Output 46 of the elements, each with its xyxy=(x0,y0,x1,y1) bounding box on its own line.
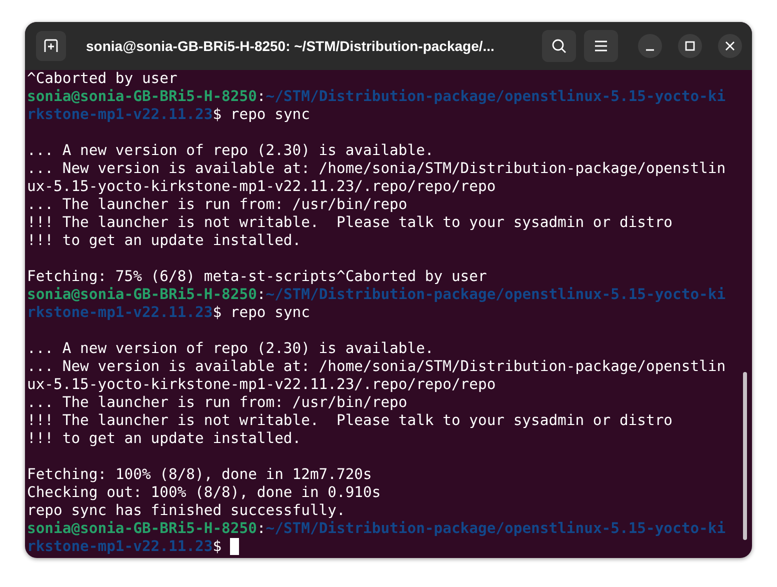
output-text: ... The launcher is run from: /usr/bin/repo xyxy=(27,394,408,411)
menu-button[interactable] xyxy=(584,30,618,62)
output-text: Checking out: 100% (8/8), done in 0.910s xyxy=(27,484,381,501)
prompt-path: ~/STM/Distribution-package/openstlinux-5.15-yocto-ki xyxy=(266,88,726,105)
output-text: $ repo sync xyxy=(212,304,310,321)
output-text: Fetching: 100% (8/8), done in 12m7.720s xyxy=(27,466,372,483)
prompt-path: rkstone-mp1-v22.11.23 xyxy=(27,304,213,321)
search-button[interactable] xyxy=(542,30,576,62)
prompt-path: ~/STM/Distribution-package/openstlinux-5.15-yocto-ki xyxy=(266,520,726,537)
search-icon xyxy=(551,38,567,54)
output-text: !!! to get an update installed. xyxy=(27,430,302,447)
output-text: : xyxy=(256,286,266,303)
output-text: ux-5.15-yocto-kirkstone-mp1-v22.11.23/.repo/repo/repo xyxy=(27,178,496,195)
menu-icon xyxy=(594,40,608,52)
output-text: ^Caborted by user xyxy=(27,70,178,87)
window-title: sonia@sonia-GB-BRi5-H-8250: ~/STM/Distribution-package/... xyxy=(85,38,496,54)
prompt-path: ~/STM/Distribution-package/openstlinux-5.15-yocto-ki xyxy=(266,286,726,303)
prompt-path: rkstone-mp1-v22.11.23 xyxy=(27,538,213,555)
output-text: ... A new version of repo (2.30) is available. xyxy=(27,340,434,357)
output-text: !!! The launcher is not writable. Please talk to your sysadmin or distro xyxy=(27,214,673,231)
minimize-icon xyxy=(646,48,654,50)
new-tab-icon xyxy=(43,38,59,54)
output-text: !!! The launcher is not writable. Please talk to your sysadmin or distro xyxy=(27,412,673,429)
prompt-user-host: sonia@sonia-GB-BRi5-H-8250 xyxy=(27,286,257,303)
output-text: ... The launcher is run from: /usr/bin/repo xyxy=(27,196,408,213)
output-text: Fetching: 75% (6/8) meta-st-scripts^Caborted by user xyxy=(27,268,487,285)
scrollbar-thumb[interactable] xyxy=(743,372,747,540)
output-text: : xyxy=(256,88,266,105)
maximize-button[interactable] xyxy=(678,34,702,58)
new-tab-button[interactable] xyxy=(36,31,66,61)
output-text: repo sync has finished successfully. xyxy=(27,502,346,519)
minimize-button[interactable] xyxy=(638,34,662,58)
output-text: : xyxy=(256,520,266,537)
close-button[interactable] xyxy=(718,34,742,58)
prompt-user-host: sonia@sonia-GB-BRi5-H-8250 xyxy=(27,520,257,537)
maximize-icon xyxy=(685,41,695,51)
output-text: $ xyxy=(212,538,223,555)
output-text: !!! to get an update installed. xyxy=(27,232,302,249)
output-text: ... New version is available at: /home/sonia/STM/Distribution-package/openstlin xyxy=(27,160,726,177)
prompt-user-host: sonia@sonia-GB-BRi5-H-8250 xyxy=(27,88,257,105)
output-text: ... New version is available at: /home/sonia/STM/Distribution-package/openstlin xyxy=(27,358,726,375)
output-text: ... A new version of repo (2.30) is available. xyxy=(27,142,434,159)
close-icon xyxy=(725,41,735,51)
output-text: $ repo sync xyxy=(212,106,310,123)
output-text: ux-5.15-yocto-kirkstone-mp1-v22.11.23/.repo/repo/repo xyxy=(27,376,496,393)
prompt-path: rkstone-mp1-v22.11.23 xyxy=(27,106,213,123)
